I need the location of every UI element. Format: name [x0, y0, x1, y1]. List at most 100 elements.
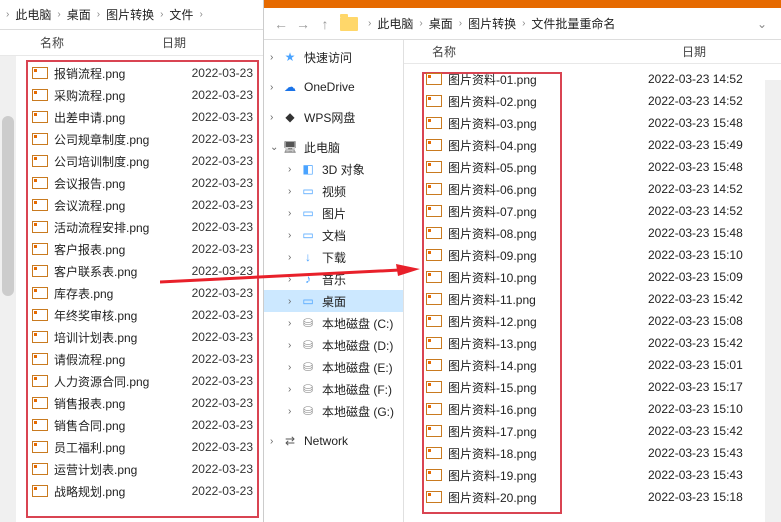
column-date-header[interactable]: 日期 — [152, 34, 196, 51]
file-row[interactable]: 运营计划表.png2022-03-23 — [28, 458, 257, 480]
tree-drive-d[interactable]: ›⛁本地磁盘 (D:) — [264, 334, 403, 356]
file-date: 2022-03-23 15:43 — [628, 468, 743, 482]
tree-music[interactable]: ›♪音乐 — [264, 268, 403, 290]
chevron-right-icon: › — [95, 9, 102, 20]
file-name: 图片资料-02.png — [448, 93, 628, 110]
tree-videos[interactable]: ›▭视频 — [264, 180, 403, 202]
tree-onedrive[interactable]: ›☁OneDrive — [264, 76, 403, 98]
right-breadcrumb: ← → ↑ › 此电脑 › 桌面 › 图片转换 › 文件批量重命名 ⌄ — [264, 8, 781, 40]
file-row[interactable]: 公司规章制度.png2022-03-23 — [28, 128, 257, 150]
image-file-icon — [32, 463, 48, 475]
file-row[interactable]: 采购流程.png2022-03-23 — [28, 84, 257, 106]
file-row[interactable]: 出差申请.png2022-03-23 — [28, 106, 257, 128]
file-name: 图片资料-09.png — [448, 247, 628, 264]
file-row[interactable]: 图片资料-18.png2022-03-23 15:43 — [404, 442, 781, 464]
file-row[interactable]: 图片资料-07.png2022-03-23 14:52 — [404, 200, 781, 222]
file-row[interactable]: 图片资料-01.png2022-03-23 14:52 — [404, 68, 781, 90]
nav-forward-icon[interactable]: → — [292, 16, 314, 32]
tree-drive-c[interactable]: ›⛁本地磁盘 (C:) — [264, 312, 403, 334]
file-row[interactable]: 会议报告.png2022-03-23 — [28, 172, 257, 194]
file-row[interactable]: 图片资料-10.png2022-03-23 15:09 — [404, 266, 781, 288]
column-name-header[interactable]: 名称 — [0, 34, 152, 51]
breadcrumb-item[interactable]: 文件批量重命名 — [527, 15, 619, 32]
chevron-right-icon: › — [457, 18, 464, 29]
image-file-icon — [32, 89, 48, 101]
breadcrumb-item[interactable]: 图片转换 — [102, 6, 158, 23]
tree-documents[interactable]: ›▭文档 — [264, 224, 403, 246]
tree-this-pc[interactable]: ⌄🖥此电脑 — [264, 136, 403, 158]
file-row[interactable]: 公司培训制度.png2022-03-23 — [28, 150, 257, 172]
breadcrumb-item[interactable]: 桌面 — [63, 6, 95, 23]
left-scrollbar[interactable] — [0, 56, 16, 522]
breadcrumb-item[interactable]: 此电脑 — [11, 6, 55, 23]
breadcrumb-item[interactable]: 此电脑 — [373, 15, 417, 32]
left-scroll-thumb[interactable] — [2, 116, 14, 296]
file-row[interactable]: 图片资料-12.png2022-03-23 15:08 — [404, 310, 781, 332]
file-row[interactable]: 图片资料-16.png2022-03-23 15:10 — [404, 398, 781, 420]
image-file-icon — [426, 403, 442, 415]
tree-quick-access[interactable]: ›★快速访问 — [264, 46, 403, 68]
nav-up-icon[interactable]: ↑ — [314, 16, 336, 32]
file-row[interactable]: 请假流程.png2022-03-23 — [28, 348, 257, 370]
file-row[interactable]: 年终奖审核.png2022-03-23 — [28, 304, 257, 326]
file-row[interactable]: 图片资料-03.png2022-03-23 15:48 — [404, 112, 781, 134]
right-scrollbar[interactable] — [765, 80, 781, 522]
tree-3d-objects[interactable]: ›◧3D 对象 — [264, 158, 403, 180]
file-row[interactable]: 图片资料-13.png2022-03-23 15:42 — [404, 332, 781, 354]
refresh-dropdown-icon[interactable]: ⌄ — [749, 17, 775, 31]
file-name: 战略规划.png — [54, 483, 192, 500]
breadcrumb-item[interactable]: 图片转换 — [464, 15, 520, 32]
file-row[interactable]: 培训计划表.png2022-03-23 — [28, 326, 257, 348]
file-date: 2022-03-23 — [192, 352, 257, 366]
left-explorer-pane: › 此电脑 › 桌面 › 图片转换 › 文件 › 名称 日期 报销流程.png2… — [0, 0, 264, 522]
file-row[interactable]: 图片资料-20.png2022-03-23 15:18 — [404, 486, 781, 508]
file-row[interactable]: 图片资料-09.png2022-03-23 15:10 — [404, 244, 781, 266]
breadcrumb-item[interactable]: 桌面 — [425, 15, 457, 32]
tree-network[interactable]: ›⇄Network — [264, 430, 403, 452]
file-row[interactable]: 活动流程安排.png2022-03-23 — [28, 216, 257, 238]
image-file-icon — [32, 155, 48, 167]
file-row[interactable]: 销售合同.png2022-03-23 — [28, 414, 257, 436]
breadcrumb-item[interactable]: 文件 — [165, 6, 197, 23]
file-row[interactable]: 图片资料-19.png2022-03-23 15:43 — [404, 464, 781, 486]
column-name-header[interactable]: 名称 — [404, 43, 622, 60]
tree-desktop[interactable]: ›▭桌面 — [264, 290, 403, 312]
file-row[interactable]: 图片资料-15.png2022-03-23 15:17 — [404, 376, 781, 398]
file-name: 图片资料-19.png — [448, 467, 628, 484]
tree-pictures[interactable]: ›▭图片 — [264, 202, 403, 224]
file-row[interactable]: 图片资料-08.png2022-03-23 15:48 — [404, 222, 781, 244]
tree-drive-e[interactable]: ›⛁本地磁盘 (E:) — [264, 356, 403, 378]
file-date: 2022-03-23 — [192, 330, 257, 344]
file-name: 活动流程安排.png — [54, 219, 192, 236]
nav-back-icon[interactable]: ← — [270, 16, 292, 32]
file-row[interactable]: 报销流程.png2022-03-23 — [28, 62, 257, 84]
file-row[interactable]: 图片资料-05.png2022-03-23 15:48 — [404, 156, 781, 178]
file-row[interactable]: 销售报表.png2022-03-23 — [28, 392, 257, 414]
file-row[interactable]: 图片资料-14.png2022-03-23 15:01 — [404, 354, 781, 376]
file-row[interactable]: 员工福利.png2022-03-23 — [28, 436, 257, 458]
image-file-icon — [32, 397, 48, 409]
file-row[interactable]: 人力资源合同.png2022-03-23 — [28, 370, 257, 392]
image-file-icon — [32, 485, 48, 497]
file-row[interactable]: 图片资料-17.png2022-03-23 15:42 — [404, 420, 781, 442]
tree-wps[interactable]: ›◆WPS网盘 — [264, 106, 403, 128]
file-date: 2022-03-23 — [192, 396, 257, 410]
file-row[interactable]: 图片资料-06.png2022-03-23 14:52 — [404, 178, 781, 200]
file-row[interactable]: 战略规划.png2022-03-23 — [28, 480, 257, 502]
file-row[interactable]: 图片资料-04.png2022-03-23 15:49 — [404, 134, 781, 156]
file-row[interactable]: 客户联系表.png2022-03-23 — [28, 260, 257, 282]
file-date: 2022-03-23 — [192, 242, 257, 256]
tree-drive-g[interactable]: ›⛁本地磁盘 (G:) — [264, 400, 403, 422]
file-row[interactable]: 会议流程.png2022-03-23 — [28, 194, 257, 216]
file-name: 图片资料-06.png — [448, 181, 628, 198]
file-name: 图片资料-05.png — [448, 159, 628, 176]
file-name: 图片资料-15.png — [448, 379, 628, 396]
file-row[interactable]: 库存表.png2022-03-23 — [28, 282, 257, 304]
column-date-header[interactable]: 日期 — [622, 43, 716, 60]
file-row[interactable]: 图片资料-02.png2022-03-23 14:52 — [404, 90, 781, 112]
file-row[interactable]: 客户报表.png2022-03-23 — [28, 238, 257, 260]
file-row[interactable]: 图片资料-11.png2022-03-23 15:42 — [404, 288, 781, 310]
tree-downloads[interactable]: ›↓下载 — [264, 246, 403, 268]
file-date: 2022-03-23 15:42 — [628, 336, 743, 350]
tree-drive-f[interactable]: ›⛁本地磁盘 (F:) — [264, 378, 403, 400]
